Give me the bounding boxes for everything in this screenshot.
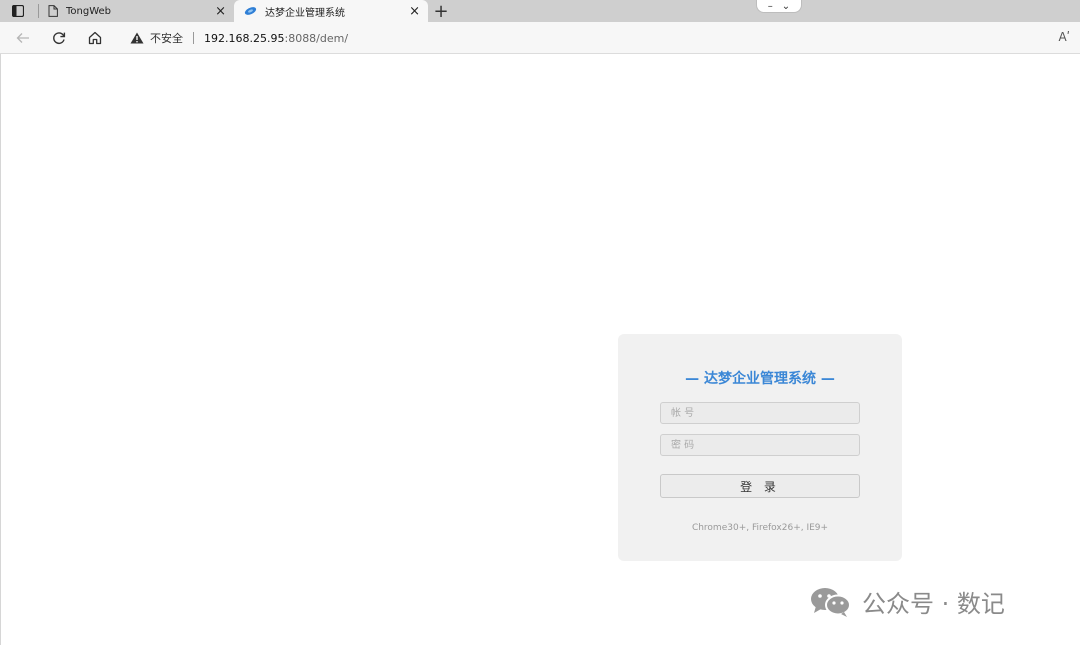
browser-support-note: Chrome30+, Firefox26+, IE9+	[691, 523, 829, 533]
tab-dameng[interactable]: 达梦企业管理系统 ×	[234, 0, 428, 22]
tab-title: 达梦企业管理系统	[265, 7, 345, 19]
site-favicon-icon	[244, 6, 257, 16]
login-title: — 达梦企业管理系统 —	[685, 371, 835, 387]
page-icon	[48, 5, 58, 17]
url-host[interactable]: 192.168.25.95	[204, 32, 284, 45]
login-button[interactable]: 登 录	[660, 474, 860, 498]
warning-icon[interactable]	[130, 32, 144, 44]
tab-tongweb[interactable]: TongWeb ×	[38, 0, 234, 22]
watermark-text: 公众号 · 数记	[862, 590, 1005, 618]
tab-actions-icon[interactable]	[10, 3, 26, 19]
minimize-icon[interactable]: –	[768, 1, 773, 12]
close-tab-icon[interactable]: ×	[215, 5, 226, 18]
url-path[interactable]: :8088/dem/	[284, 32, 348, 45]
tab-bar: TongWeb × 达梦企业管理系统 × + – ⌄	[0, 0, 1080, 22]
address-divider	[193, 32, 194, 44]
new-tab-button[interactable]: +	[430, 0, 452, 22]
read-aloud-icon[interactable]: Aʹ	[1058, 30, 1070, 44]
chevron-down-icon[interactable]: ⌄	[782, 1, 790, 12]
tab-title: TongWeb	[66, 5, 112, 17]
viewport-edge	[0, 54, 1, 645]
address-bar[interactable]: 不安全 192.168.25.95 :8088/dem/	[130, 30, 348, 46]
window-controls-pill[interactable]: – ⌄	[756, 0, 802, 13]
close-tab-icon[interactable]: ×	[409, 5, 420, 18]
wechat-watermark: 公众号 · 数记	[810, 584, 1005, 619]
browser-toolbar: 不安全 192.168.25.95 :8088/dem/ Aʹ	[0, 22, 1080, 54]
security-label[interactable]: 不安全	[150, 30, 183, 46]
account-input[interactable]	[660, 402, 860, 424]
home-icon[interactable]	[86, 29, 104, 47]
refresh-icon[interactable]	[50, 29, 68, 47]
wechat-icon	[810, 586, 852, 618]
password-input[interactable]	[660, 434, 860, 456]
back-arrow-icon[interactable]	[14, 29, 32, 47]
login-card: — 达梦企业管理系统 — 登 录 Chrome30+, Firefox26+, …	[618, 334, 902, 561]
